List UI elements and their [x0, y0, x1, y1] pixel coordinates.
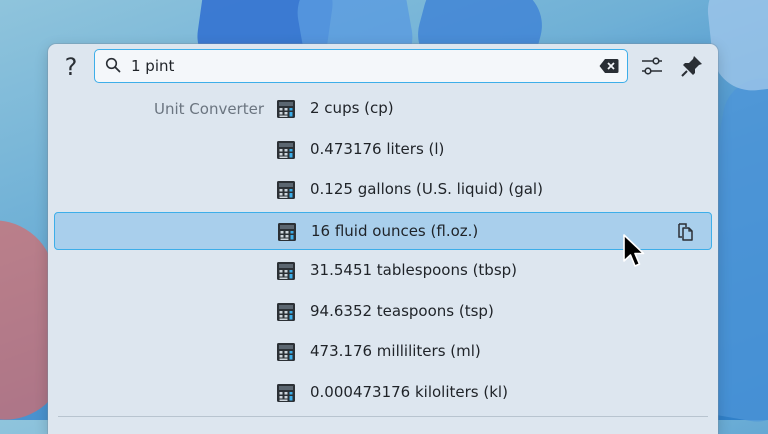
sliders-icon[interactable] — [640, 54, 664, 78]
copy-icon[interactable] — [675, 222, 695, 242]
result-text: 0.473176 liters (l) — [310, 139, 445, 158]
result-row[interactable]: 94.6352 teaspoons (tsp) — [54, 293, 712, 331]
calculator-icon — [278, 222, 296, 241]
calculator-icon — [277, 383, 295, 402]
search-input[interactable] — [131, 53, 591, 79]
result-text: 2 cups (cp) — [310, 99, 394, 117]
backspace-clear-icon[interactable] — [599, 58, 619, 74]
mouse-cursor-icon — [623, 234, 645, 267]
result-row[interactable]: 0.473176 liters (l) — [54, 131, 712, 169]
result-text: 0.125 gallons (U.S. liquid) (gal) — [310, 180, 543, 198]
result-row[interactable]: 0.125 gallons (U.S. liquid) (gal) — [54, 171, 712, 209]
result-row[interactable]: 473.176 milliliters (ml) — [54, 333, 712, 371]
result-text: 31.5451 tablespoons (tbsp) — [310, 261, 518, 279]
result-row[interactable]: 16 fluid ounces (fl.oz.) — [54, 211, 712, 250]
calculator-icon — [277, 343, 295, 361]
search-bar-row: ? — [48, 44, 718, 88]
result-text: 16 fluid ounces (fl.oz.) — [311, 221, 479, 240]
result-row[interactable]: 0.000473176 kiloliters (kl) — [54, 374, 712, 412]
result-text: 0.000473176 kiloliters (kl) — [310, 382, 508, 401]
calculator-icon — [277, 100, 295, 118]
result-text: 94.6352 teaspoons (tsp) — [310, 301, 494, 320]
search-icon — [105, 57, 121, 73]
result-text: 473.176 milliliters (ml) — [310, 342, 481, 360]
help-button[interactable]: ? — [58, 52, 84, 82]
calculator-icon — [277, 262, 295, 280]
result-row[interactable]: 31.5451 tablespoons (tbsp) — [54, 252, 712, 290]
calculator-icon — [277, 302, 295, 321]
calculator-icon — [277, 181, 295, 199]
search-box[interactable] — [94, 49, 628, 83]
calculator-icon — [277, 140, 295, 159]
krunner-panel: ? Unit Converter — [48, 44, 718, 434]
result-row[interactable]: 2 cups (cp) — [54, 90, 712, 128]
pin-icon[interactable] — [680, 54, 704, 78]
divider — [58, 416, 708, 417]
